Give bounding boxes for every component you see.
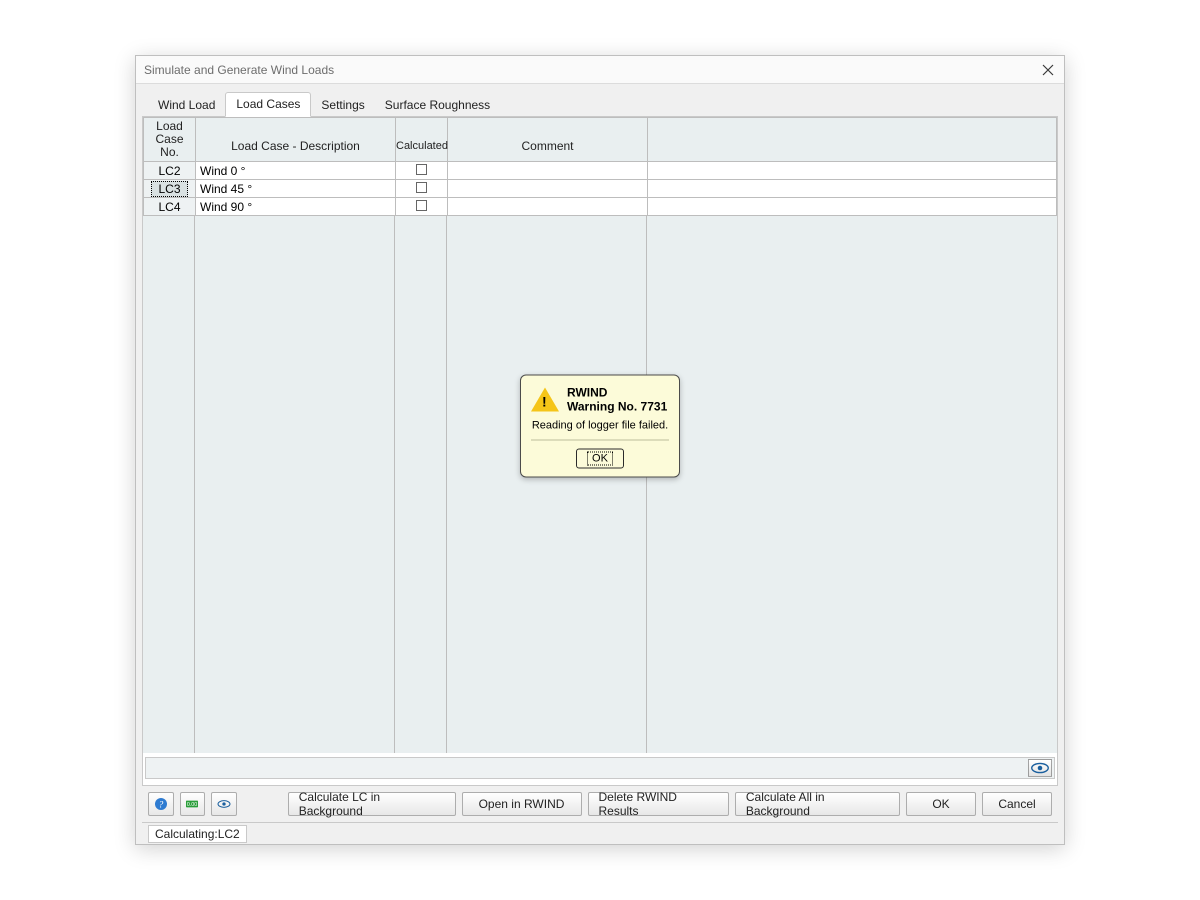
col-header-description: Load Case - Description bbox=[196, 118, 396, 162]
cell-calculated[interactable] bbox=[396, 198, 448, 216]
cell-no[interactable]: LC3 bbox=[144, 180, 196, 198]
main-window: Simulate and Generate Wind Loads Wind Lo… bbox=[135, 55, 1065, 845]
table-row[interactable]: LC2 Wind 0 ° bbox=[144, 162, 1057, 180]
cell-no[interactable]: LC4 bbox=[144, 198, 196, 216]
tab-load-cases[interactable]: Load Cases bbox=[225, 92, 311, 117]
cell-comment[interactable] bbox=[448, 180, 648, 198]
col-header-calculated: Calculated bbox=[396, 118, 448, 162]
cell-extra bbox=[648, 180, 1057, 198]
ok-button[interactable]: OK bbox=[906, 792, 976, 816]
units-icon: 0.00 bbox=[184, 796, 200, 812]
cell-description[interactable]: Wind 90 ° bbox=[196, 198, 396, 216]
col-header-extra bbox=[648, 118, 1057, 162]
help-button[interactable]: ? bbox=[148, 792, 174, 816]
help-icon: ? bbox=[153, 796, 169, 812]
units-button[interactable]: 0.00 bbox=[180, 792, 206, 816]
tab-bar: Wind Load Load Cases Settings Surface Ro… bbox=[148, 90, 1058, 116]
checkbox-icon[interactable] bbox=[416, 182, 427, 193]
table-row[interactable]: LC3 Wind 45 ° bbox=[144, 180, 1057, 198]
cell-extra bbox=[648, 198, 1057, 216]
delete-rwind-results-button[interactable]: Delete RWIND Results bbox=[588, 792, 729, 816]
cell-extra bbox=[648, 162, 1057, 180]
view-button[interactable] bbox=[211, 792, 237, 816]
status-text: Calculating:LC2 bbox=[148, 825, 247, 843]
cell-description[interactable]: Wind 0 ° bbox=[196, 162, 396, 180]
warning-dialog: RWIND Warning No. 7731 Reading of logger… bbox=[520, 375, 680, 478]
col-header-comment: Comment bbox=[448, 118, 648, 162]
open-rwind-button[interactable]: Open in RWIND bbox=[462, 792, 582, 816]
cell-comment[interactable] bbox=[448, 162, 648, 180]
tab-settings[interactable]: Settings bbox=[311, 94, 374, 117]
cell-calculated[interactable] bbox=[396, 180, 448, 198]
grid-empty-area bbox=[143, 216, 1057, 753]
warning-ok-button[interactable]: OK bbox=[576, 449, 624, 469]
col-header-no: Load Case No. bbox=[144, 118, 196, 162]
tab-wind-load[interactable]: Wind Load bbox=[148, 94, 225, 117]
close-icon[interactable] bbox=[1040, 62, 1056, 78]
warning-app: RWIND bbox=[567, 386, 667, 400]
warning-message: Reading of logger file failed. bbox=[531, 420, 669, 432]
cell-no[interactable]: LC2 bbox=[144, 162, 196, 180]
tab-surface-roughness[interactable]: Surface Roughness bbox=[375, 94, 500, 117]
cell-calculated[interactable] bbox=[396, 162, 448, 180]
table-row[interactable]: LC4 Wind 90 ° bbox=[144, 198, 1057, 216]
cell-comment[interactable] bbox=[448, 198, 648, 216]
checkbox-icon[interactable] bbox=[416, 200, 427, 211]
checkbox-icon[interactable] bbox=[416, 164, 427, 175]
warning-title: Warning No. 7731 bbox=[567, 400, 667, 414]
eye-icon bbox=[216, 796, 232, 812]
cancel-button[interactable]: Cancel bbox=[982, 792, 1052, 816]
calculate-lc-bg-button[interactable]: Calculate LC in Background bbox=[288, 792, 456, 816]
eye-icon[interactable] bbox=[1028, 759, 1052, 777]
svg-text:?: ? bbox=[158, 800, 163, 810]
status-bar: Calculating:LC2 bbox=[142, 822, 1058, 844]
calculate-all-bg-button[interactable]: Calculate All in Background bbox=[735, 792, 900, 816]
cell-description[interactable]: Wind 45 ° bbox=[196, 180, 396, 198]
window-title: Simulate and Generate Wind Loads bbox=[144, 63, 334, 77]
footer-toolbar: ? 0.00 Calculate LC in Background Open i… bbox=[142, 786, 1058, 822]
warning-icon bbox=[531, 388, 559, 412]
svg-text:0.00: 0.00 bbox=[187, 802, 197, 808]
titlebar: Simulate and Generate Wind Loads bbox=[136, 56, 1064, 84]
grid-footer-row bbox=[145, 757, 1055, 779]
